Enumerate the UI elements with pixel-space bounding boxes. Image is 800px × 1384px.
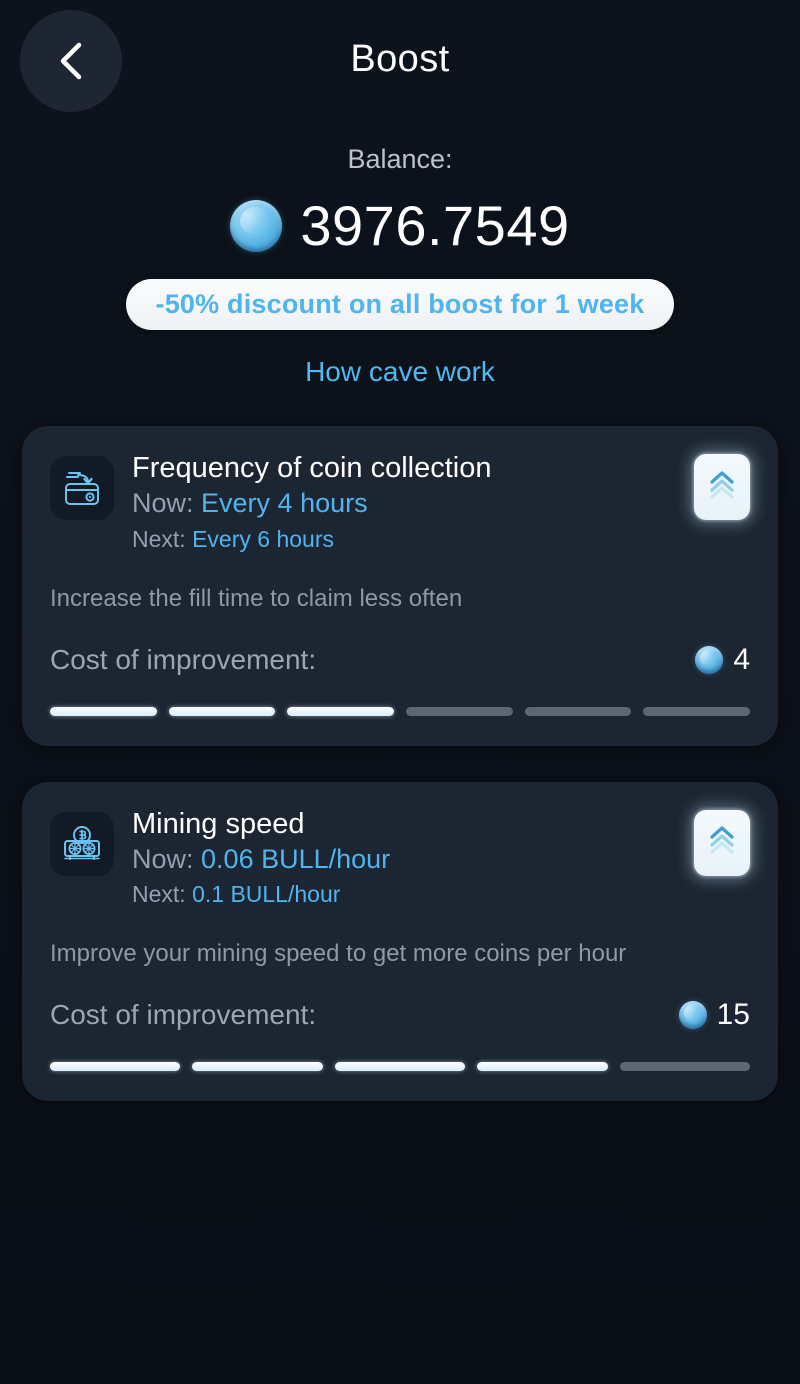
progress-segment	[50, 706, 157, 716]
discount-banner[interactable]: -50% discount on all boost for 1 week	[125, 279, 675, 330]
progress-segment	[168, 706, 276, 716]
progress-segment	[477, 1062, 608, 1072]
double-chevron-up-icon	[705, 820, 739, 865]
now-label: Now:	[132, 844, 194, 875]
boost-screen: Boost Balance: 3976.7549 -50% discount o…	[0, 0, 800, 1384]
card-header: Mining speed Now: 0.06 BULL/hour Next: 0…	[50, 808, 750, 911]
balance-row: 3976.7549	[0, 193, 800, 259]
progress-segment	[619, 1062, 751, 1072]
upgrade-button[interactable]	[694, 809, 750, 876]
card-next-row: Next: Every 6 hours	[132, 524, 676, 555]
card-now-row: Now: 0.06 BULL/hour	[132, 842, 676, 877]
card-title: Frequency of coin collection	[132, 452, 492, 484]
card-title: Mining speed	[132, 807, 305, 840]
card-now-row: Now: Every 4 hours	[132, 486, 676, 521]
discount-banner-wrap: -50% discount on all boost for 1 week	[0, 279, 800, 330]
progress-segment	[50, 1062, 181, 1072]
level-progress-bar	[50, 1062, 751, 1072]
coin-icon	[695, 645, 724, 674]
progress-segment	[524, 706, 632, 716]
now-label: Now:	[132, 488, 194, 519]
wallet-deposit-icon	[50, 456, 114, 520]
double-chevron-up-icon	[705, 465, 739, 510]
cost-label: Cost of improvement:	[50, 643, 317, 675]
boost-cards-list: Frequency of coin collection Now: Every …	[0, 426, 800, 1102]
cost-label: Cost of improvement:	[50, 999, 317, 1031]
card-title-block: Frequency of coin collection Now: Every …	[132, 452, 676, 555]
cost-amount: 15	[716, 998, 750, 1032]
next-value: 0.1 BULL/hour	[192, 881, 341, 908]
cost-row: Cost of improvement: 4	[50, 643, 750, 677]
page-title: Boost	[350, 38, 450, 80]
progress-segment	[192, 1062, 323, 1072]
cost-amount: 4	[733, 642, 750, 676]
upgrade-button[interactable]	[694, 454, 750, 520]
level-progress-bar	[50, 706, 751, 716]
progress-segment	[287, 706, 395, 716]
card-header: Frequency of coin collection Now: Every …	[50, 452, 750, 555]
card-title-block: Mining speed Now: 0.06 BULL/hour Next: 0…	[132, 808, 676, 911]
now-value: 0.06 BULL/hour	[201, 844, 391, 875]
card-description: Improve your mining speed to get more co…	[50, 940, 627, 968]
how-cave-work-link[interactable]: How cave work	[0, 356, 800, 388]
balance-value: 3976.7549	[300, 194, 570, 257]
boost-card-frequency[interactable]: Frequency of coin collection Now: Every …	[22, 426, 778, 746]
next-value: Every 6 hours	[192, 525, 334, 552]
cost-value: 15	[678, 998, 750, 1032]
progress-segment	[643, 706, 751, 716]
cost-row: Cost of improvement: 15	[50, 998, 750, 1032]
balance-label: Balance:	[347, 144, 453, 174]
card-description: Increase the fill time to claim less oft…	[50, 584, 463, 612]
card-next-row: Next: 0.1 BULL/hour	[132, 879, 676, 910]
now-value: Every 4 hours	[201, 488, 368, 519]
progress-segment	[406, 706, 513, 716]
cost-value: 4	[695, 643, 750, 677]
gpu-mining-icon	[50, 811, 114, 876]
boost-card-mining-speed[interactable]: Mining speed Now: 0.06 BULL/hour Next: 0…	[22, 781, 778, 1102]
coin-icon	[678, 1001, 707, 1030]
next-label: Next:	[132, 881, 186, 908]
coin-icon	[230, 200, 283, 252]
progress-segment	[334, 1062, 466, 1072]
next-label: Next:	[132, 525, 186, 552]
app-header: Boost	[0, 0, 800, 126]
